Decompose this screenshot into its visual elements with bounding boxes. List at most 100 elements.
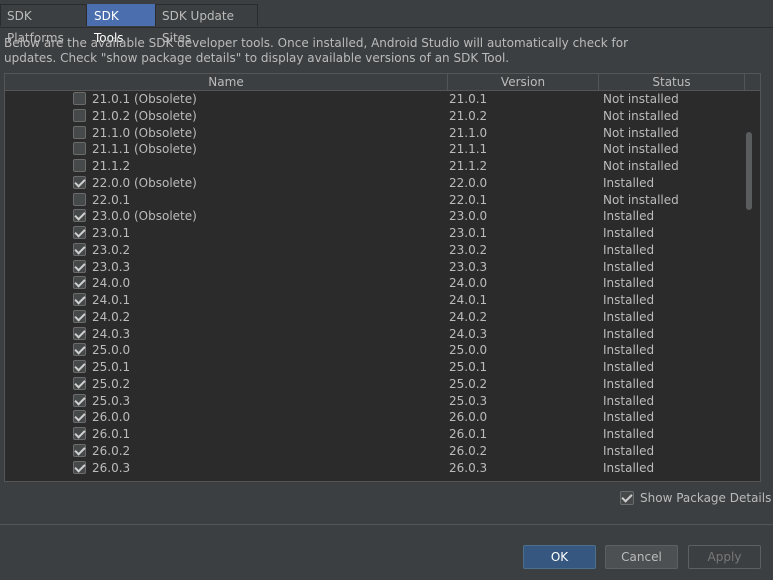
row-checkbox[interactable]	[73, 108, 86, 122]
row-checkbox[interactable]	[73, 226, 86, 239]
row-version: 24.0.3	[449, 326, 488, 341]
checkbox-icon[interactable]	[620, 491, 634, 505]
row-name: 25.0.1	[92, 360, 131, 374]
row-checkbox[interactable]	[73, 276, 86, 290]
row-status: Installed	[603, 410, 655, 425]
apply-button[interactable]: Apply	[688, 545, 761, 569]
row-checkbox[interactable]	[73, 159, 86, 172]
table-row[interactable]: 23.0.1 23.0.1 Installed	[5, 225, 745, 242]
row-name: 23.0.0 (Obsolete)	[92, 209, 197, 224]
column-header-name[interactable]: Name	[5, 74, 448, 90]
row-status: Installed	[603, 175, 655, 190]
row-name: 26.0.0	[92, 410, 131, 425]
row-name: 23.0.2	[92, 242, 131, 257]
row-status: Not installed	[603, 125, 679, 140]
row-checkbox[interactable]	[73, 393, 86, 407]
row-checkbox[interactable]	[73, 175, 86, 189]
row-status: Not installed	[603, 108, 679, 123]
row-status: Installed	[603, 376, 655, 391]
row-checkbox[interactable]	[73, 125, 86, 139]
row-status: Installed	[603, 427, 655, 441]
table-row[interactable]: 21.0.2 (Obsolete) 21.0.2 Not installed	[5, 108, 745, 125]
description-line-1: Below are the available SDK developer to…	[4, 36, 629, 50]
table-row[interactable]: 23.0.2 23.0.2 Installed	[5, 242, 745, 259]
row-checkbox[interactable]	[73, 293, 86, 306]
table-row[interactable]: 26.0.1 26.0.1 Installed	[5, 426, 745, 443]
table-row[interactable]: 24.0.2 24.0.2 Installed	[5, 309, 745, 326]
row-version: 23.0.2	[449, 242, 488, 257]
table-row[interactable]: 21.1.1 (Obsolete) 21.1.1 Not installed	[5, 141, 745, 158]
tab-sdk-update-sites[interactable]: SDK Update Sites	[155, 4, 258, 45]
footer-divider	[0, 524, 773, 525]
table-row[interactable]: 26.0.0 26.0.0 Installed	[5, 409, 745, 426]
tab-sdk-tools[interactable]: SDK Tools	[87, 4, 155, 45]
row-checkbox[interactable]	[73, 460, 86, 474]
row-status: Installed	[603, 460, 655, 475]
column-header-version[interactable]: Version	[448, 74, 599, 90]
ok-button[interactable]: OK	[523, 545, 596, 569]
row-checkbox[interactable]	[73, 192, 86, 206]
row-version: 26.0.3	[449, 460, 488, 475]
row-version: 26.0.2	[449, 443, 488, 458]
table-header: Name Version Status	[5, 74, 760, 91]
table-row[interactable]: 21.1.0 (Obsolete) 21.1.0 Not installed	[5, 125, 745, 142]
row-checkbox[interactable]	[73, 92, 86, 105]
row-version: 23.0.0	[449, 209, 488, 224]
row-version: 21.1.1	[449, 142, 488, 157]
row-status: Installed	[603, 393, 655, 408]
row-checkbox[interactable]	[73, 142, 86, 156]
table-row[interactable]: 21.1.2 21.1.2 Not installed	[5, 158, 745, 175]
row-checkbox[interactable]	[73, 360, 86, 373]
table-row[interactable]: 21.0.1 (Obsolete) 21.0.1 Not installed	[5, 91, 745, 108]
cancel-button[interactable]: Cancel	[605, 545, 678, 569]
column-header-status[interactable]: Status	[599, 74, 745, 90]
table-row[interactable]: 24.0.0 24.0.0 Installed	[5, 275, 745, 292]
table-row[interactable]: 22.0.0 (Obsolete) 22.0.0 Installed	[5, 175, 745, 192]
row-name: 24.0.1	[92, 293, 131, 307]
row-checkbox[interactable]	[73, 326, 86, 340]
table-row[interactable]: 25.0.2 25.0.2 Installed	[5, 376, 745, 393]
row-checkbox[interactable]	[73, 443, 86, 457]
description: Below are the available SDK developer to…	[4, 36, 764, 66]
row-checkbox[interactable]	[73, 410, 86, 424]
row-checkbox[interactable]	[73, 309, 86, 323]
table-body: 21.0.1 (Obsolete) 21.0.1 Not installed 21.0…	[5, 91, 745, 476]
row-status: Installed	[603, 276, 655, 291]
row-checkbox[interactable]	[73, 259, 86, 273]
table-row[interactable]: 24.0.3 24.0.3 Installed	[5, 326, 745, 343]
row-checkbox[interactable]	[73, 376, 86, 390]
row-version: 24.0.0	[449, 276, 488, 291]
sdk-tools-table: Name Version Status 21.0.1 (Obsolete) 21.…	[4, 73, 761, 482]
row-checkbox[interactable]	[73, 242, 86, 256]
row-status: Not installed	[603, 142, 679, 157]
table-row[interactable]: 23.0.3 23.0.3 Installed	[5, 259, 745, 276]
table-row[interactable]: 26.0.2 26.0.2 Installed	[5, 443, 745, 460]
row-status: Installed	[603, 242, 655, 257]
row-checkbox[interactable]	[73, 209, 86, 223]
description-line-2: updates. Check "show package details" to…	[4, 51, 510, 65]
table-row[interactable]: 22.0.1 22.0.1 Not installed	[5, 192, 745, 209]
table-row[interactable]: 23.0.0 (Obsolete) 23.0.0 Installed	[5, 208, 745, 225]
row-name: 23.0.1	[92, 226, 131, 240]
row-name: 23.0.3	[92, 259, 131, 274]
row-name: 25.0.0	[92, 343, 131, 358]
show-package-details-label: Show Package Details	[640, 491, 772, 505]
row-version: 24.0.2	[449, 309, 488, 324]
row-checkbox[interactable]	[73, 343, 86, 357]
table-row[interactable]: 26.0.3 26.0.3 Installed	[5, 460, 745, 477]
row-version: 25.0.0	[449, 343, 488, 358]
table-row[interactable]: 25.0.3 25.0.3 Installed	[5, 393, 745, 410]
row-version: 26.0.0	[449, 410, 488, 425]
row-status: Installed	[603, 209, 655, 224]
table-row[interactable]: 25.0.1 25.0.1 Installed	[5, 359, 745, 376]
row-checkbox[interactable]	[73, 427, 86, 440]
row-name: 24.0.0	[92, 276, 131, 291]
row-status: Installed	[603, 343, 655, 358]
table-row[interactable]: 25.0.0 25.0.0 Installed	[5, 342, 745, 359]
tab-sdk-platforms[interactable]: SDK Platforms	[0, 4, 87, 45]
row-name: 21.0.1 (Obsolete)	[92, 92, 197, 106]
vertical-scrollbar[interactable]	[746, 132, 752, 210]
table-row[interactable]: 24.0.1 24.0.1 Installed	[5, 292, 745, 309]
row-status: Installed	[603, 259, 655, 274]
row-status: Installed	[603, 326, 655, 341]
